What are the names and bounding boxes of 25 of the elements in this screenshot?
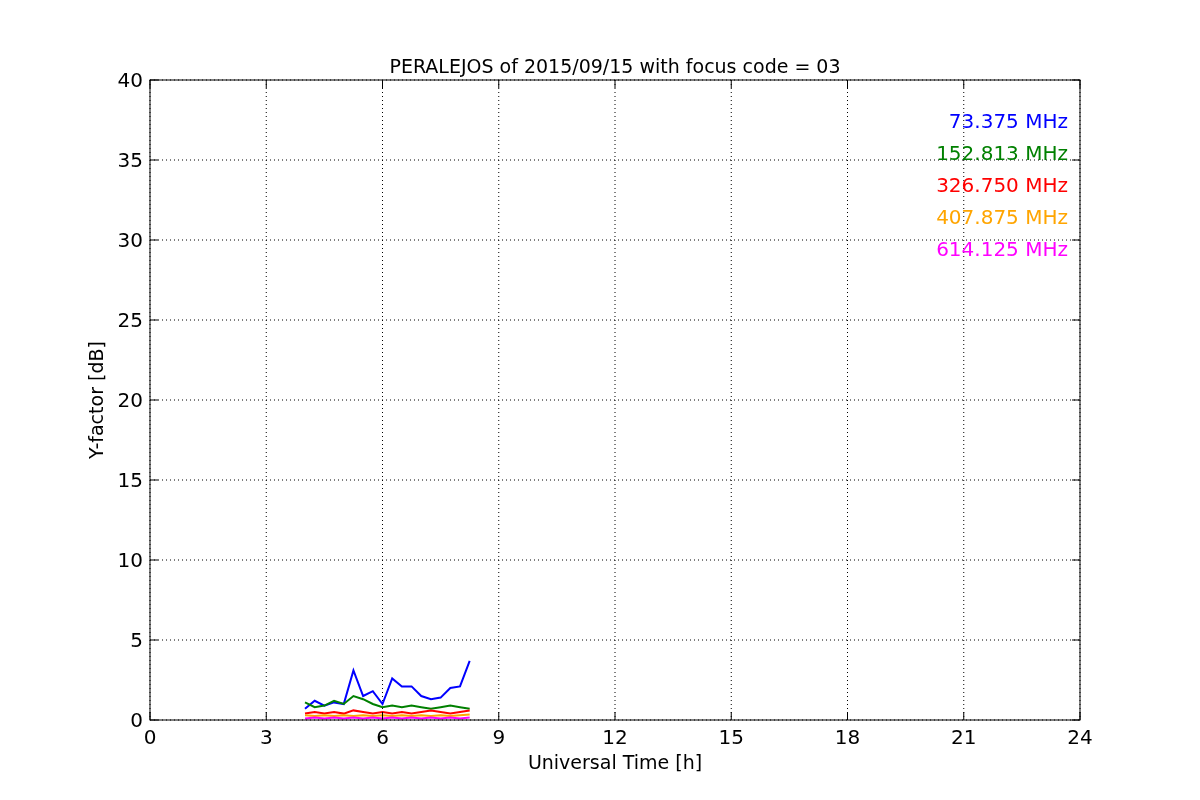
x-tick-label: 12	[602, 725, 628, 749]
y-tick-label: 15	[117, 468, 143, 492]
chart-title: PERALEJOS of 2015/09/15 with focus code = 03	[389, 55, 841, 77]
x-tick-label: 18	[834, 725, 861, 749]
y-tick-label: 10	[117, 548, 143, 572]
legend-label: 73.375 MHz	[948, 109, 1068, 133]
y-tick-label: 30	[117, 228, 143, 252]
legend-label: 152.813 MHz	[936, 141, 1068, 165]
y-tick-label: 35	[117, 148, 143, 172]
y-tick-label: 20	[117, 388, 143, 412]
y-axis-label: Y-factor [dB]	[85, 341, 107, 459]
x-tick-label: 24	[1067, 725, 1093, 749]
y-tick-label: 25	[117, 308, 143, 332]
x-axis-label: Universal Time [h]	[527, 751, 703, 773]
x-tick-label: 3	[259, 725, 273, 749]
y-tick-label: 40	[117, 68, 143, 92]
x-tick-label: 21	[951, 725, 977, 749]
legend-label: 326.750 MHz	[936, 173, 1068, 197]
x-tick-label: 9	[492, 725, 506, 749]
x-tick-label: 6	[376, 725, 389, 749]
y-tick-label: 5	[130, 628, 143, 652]
legend-label: 407.875 MHz	[936, 205, 1068, 229]
legend-label: 614.125 MHz	[936, 237, 1068, 261]
y-tick-label: 0	[130, 708, 143, 732]
x-tick-label: 15	[718, 725, 744, 749]
